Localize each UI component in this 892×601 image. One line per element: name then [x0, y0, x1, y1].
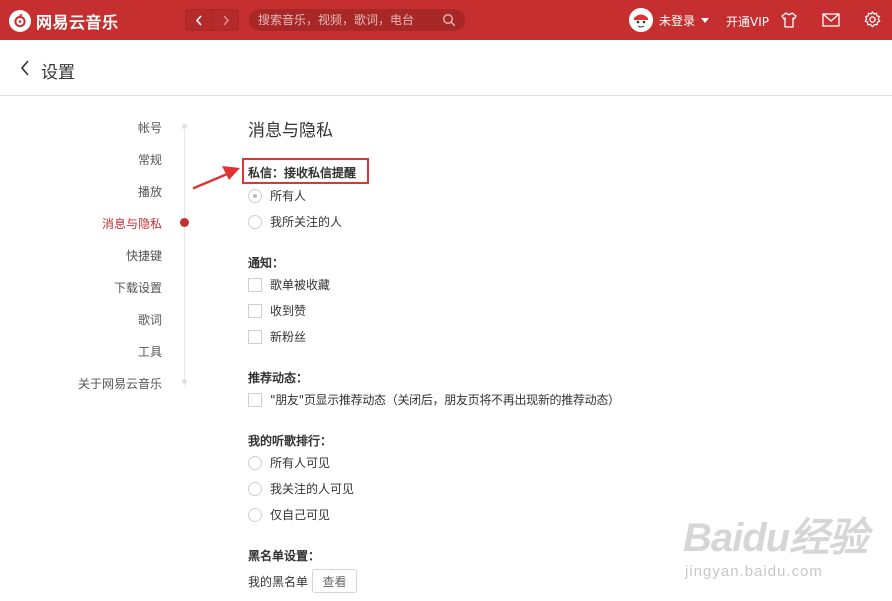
history-nav [185, 9, 239, 31]
view-blacklist-button[interactable]: 查看 [312, 569, 358, 593]
sidebar-item-download[interactable]: 下载设置 [114, 279, 162, 296]
chevron-right-icon [222, 14, 229, 26]
annotation-arrow-icon [192, 166, 240, 190]
caret-down-icon [701, 17, 710, 23]
avatar [629, 8, 653, 32]
sidebar-dot [182, 379, 187, 384]
page-header: 设置 [0, 40, 892, 96]
ranking-option-everyone[interactable]: 所有人可见 [248, 454, 330, 471]
sidebar-timeline [184, 124, 185, 386]
sidebar-item-account[interactable]: 帐号 [138, 119, 162, 136]
search-input[interactable] [258, 13, 438, 27]
checkbox[interactable] [248, 329, 262, 344]
search-box [249, 9, 465, 31]
page-title: 设置 [41, 63, 75, 83]
mail-icon[interactable] [822, 13, 840, 27]
skin-tshirt-icon[interactable] [780, 11, 798, 29]
netease-music-logo-icon [9, 10, 31, 32]
private-message-option-following[interactable]: 我所关注的人 [248, 213, 342, 230]
recommend-friends-feed[interactable]: "朋友"页显示推荐动态（关闭后，朋友页将不再出现新的推荐动态） [248, 391, 620, 408]
ranking-label: 我的听歌排行： [248, 434, 333, 448]
radio-button[interactable] [248, 188, 262, 203]
sidebar-active-dot [180, 218, 189, 227]
private-message-label: 私信：接收私信提醒 [248, 166, 357, 180]
sidebar-item-about[interactable]: 关于网易云音乐 [78, 375, 162, 392]
top-bar: 网易云音乐 未登录 开通VIP [0, 0, 892, 40]
user-name: 未登录 [659, 13, 696, 28]
gear-icon[interactable] [864, 11, 881, 28]
recommend-label: 推荐动态： [248, 371, 309, 385]
search-icon[interactable] [442, 13, 456, 27]
open-vip-link[interactable]: 开通VIP [726, 13, 769, 30]
back-arrow-icon[interactable] [20, 60, 30, 76]
notification-liked[interactable]: 收到赞 [248, 302, 306, 319]
user-menu[interactable]: 未登录 [629, 8, 710, 32]
sidebar-item-message-privacy[interactable]: 消息与隐私 [102, 215, 162, 232]
watermark-sub: jingyan.baidu.com [685, 563, 823, 580]
radio-button[interactable] [248, 214, 262, 229]
blacklist-label: 黑名单设置： [248, 549, 321, 563]
back-button[interactable] [186, 10, 212, 30]
checkbox[interactable] [248, 303, 262, 318]
notification-new-follower[interactable]: 新粉丝 [248, 328, 306, 345]
notifications-label: 通知： [248, 256, 285, 270]
private-message-option-everyone[interactable]: 所有人 [248, 187, 306, 204]
notification-playlist-collected[interactable]: 歌单被收藏 [248, 276, 330, 293]
sidebar-dot [182, 124, 187, 129]
radio-button[interactable] [248, 481, 262, 496]
blacklist-row: 我的黑名单 查看 [248, 569, 358, 593]
app-logo[interactable]: 网易云音乐 [9, 9, 119, 33]
section-title: 消息与隐私 [248, 121, 333, 141]
sidebar-item-general[interactable]: 常规 [138, 151, 162, 168]
checkbox[interactable] [248, 392, 262, 407]
sidebar-item-shortcuts[interactable]: 快捷键 [126, 247, 162, 264]
baidu-watermark: Baidu经验 jingyan.baidu.com [683, 505, 868, 580]
chevron-left-icon [195, 14, 202, 26]
app-name: 网易云音乐 [36, 13, 119, 32]
checkbox[interactable] [248, 277, 262, 292]
my-blacklist-label: 我的黑名单 [248, 574, 309, 589]
forward-button[interactable] [212, 10, 238, 30]
radio-button[interactable] [248, 455, 262, 470]
ranking-option-following[interactable]: 我关注的人可见 [248, 480, 354, 497]
radio-button[interactable] [248, 507, 262, 522]
watermark-main: Baidu经验 [683, 516, 868, 560]
avatar-icon [629, 8, 653, 32]
sidebar-item-tools[interactable]: 工具 [138, 343, 162, 360]
sidebar-item-playback[interactable]: 播放 [138, 183, 162, 200]
ranking-option-self[interactable]: 仅自己可见 [248, 506, 330, 523]
sidebar-item-lyrics[interactable]: 歌词 [138, 311, 162, 328]
